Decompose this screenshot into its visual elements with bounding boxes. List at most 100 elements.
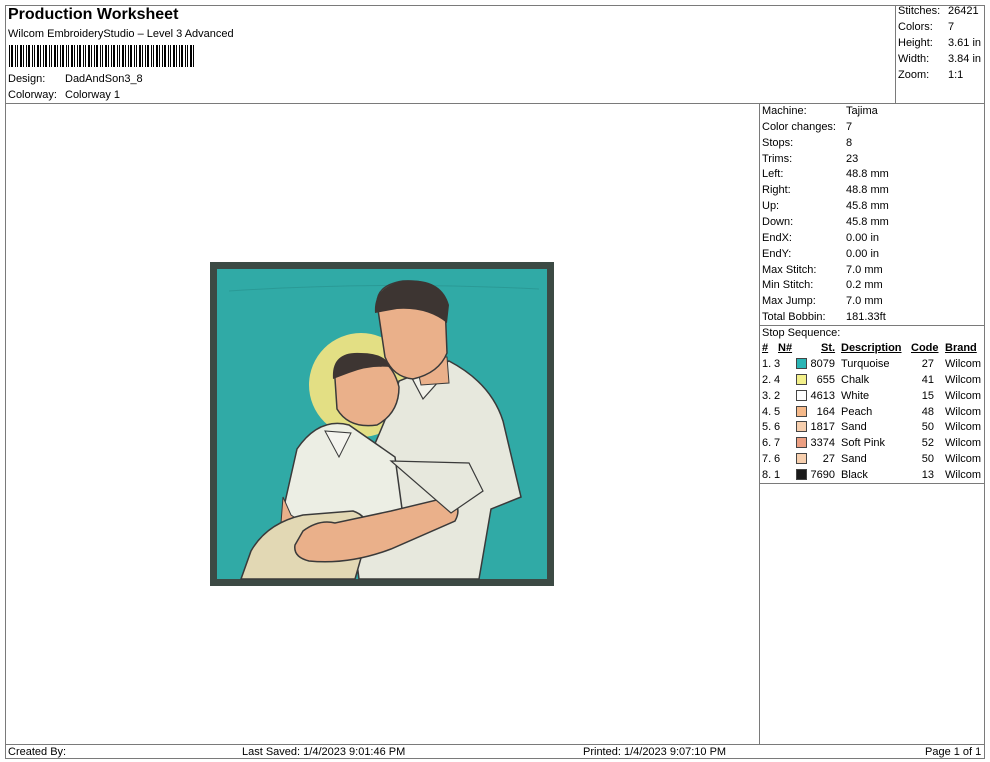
col-needle-header: N# bbox=[778, 342, 793, 354]
machine-info-value: 45.8 mm bbox=[846, 200, 889, 213]
barcode-bar bbox=[156, 45, 158, 67]
stop-num: 5. bbox=[762, 421, 772, 434]
colorway-label: Colorway: bbox=[8, 89, 57, 101]
summary-divider bbox=[895, 5, 896, 103]
stop-row: 5. 6 1817 Sand 50 Wilcom bbox=[762, 421, 986, 437]
stop-needle: 4 bbox=[774, 373, 781, 386]
barcode-bar bbox=[9, 45, 10, 67]
machine-info-label: Machine: bbox=[762, 105, 807, 117]
barcode-bar bbox=[105, 45, 107, 67]
barcode-bar bbox=[122, 45, 124, 67]
machine-info-value: 7 bbox=[846, 120, 853, 133]
barcode-bar bbox=[91, 45, 92, 67]
barcode-bar bbox=[43, 45, 44, 67]
stop-code: 52 bbox=[921, 437, 934, 450]
stop-code: 13 bbox=[921, 468, 934, 481]
barcode-bar bbox=[54, 45, 56, 67]
machine-info-value: 0.00 in bbox=[846, 231, 880, 244]
stop-needle: 6 bbox=[774, 453, 781, 466]
machine-info-value: 45.8 mm bbox=[846, 215, 889, 228]
stop-brand: Wilcom bbox=[945, 405, 982, 418]
machine-info-label: Max Jump: bbox=[762, 295, 816, 308]
stop-num: 3. bbox=[762, 389, 772, 402]
barcode-bar bbox=[125, 45, 126, 67]
stop-stitches: 8079 bbox=[810, 358, 835, 370]
barcode-bar bbox=[62, 45, 64, 67]
machine-info-label: Min Stitch: bbox=[762, 279, 814, 292]
machine-info-value: 7.0 mm bbox=[846, 263, 883, 276]
barcode-bar bbox=[168, 45, 169, 67]
barcode-bar bbox=[66, 45, 67, 67]
barcode-bar bbox=[147, 45, 149, 67]
stop-description: White bbox=[841, 389, 870, 402]
barcode-bar bbox=[181, 45, 183, 67]
machine-info-label: Down: bbox=[762, 215, 794, 228]
barcode-bar bbox=[173, 45, 175, 67]
software-label: Wilcom EmbroideryStudio – Level 3 Advanc… bbox=[8, 28, 234, 40]
stop-code: 41 bbox=[921, 373, 934, 386]
barcode-bar bbox=[88, 45, 90, 67]
barcode-bar bbox=[187, 45, 188, 67]
col-num-header: # bbox=[762, 342, 769, 354]
barcode-bar bbox=[57, 45, 58, 67]
barcode-bar bbox=[111, 45, 112, 67]
col-code-header: Code bbox=[911, 342, 939, 354]
machine-info-label: Left: bbox=[762, 168, 784, 181]
barcode-bar bbox=[11, 45, 13, 67]
barcode-bar bbox=[60, 45, 61, 67]
embroidery-design-preview bbox=[210, 262, 554, 586]
barcode-bar bbox=[100, 45, 101, 67]
machine-info-label: Trims: bbox=[762, 152, 793, 165]
barcode-bar bbox=[130, 45, 132, 67]
stop-brand: Wilcom bbox=[945, 453, 982, 466]
stop-brand: Wilcom bbox=[945, 373, 982, 386]
machine-info-label: EndY: bbox=[762, 247, 792, 260]
width-value: 3.84 in bbox=[948, 53, 982, 65]
barcode-bar bbox=[74, 45, 75, 67]
barcode-bar bbox=[15, 45, 16, 67]
stop-sequence-title: Stop Sequence: bbox=[762, 327, 841, 339]
machine-info-value: 48.8 mm bbox=[846, 184, 889, 197]
barcode-bar bbox=[136, 45, 137, 67]
barcode-image bbox=[9, 45, 194, 67]
col-stitches-header: St. bbox=[821, 342, 836, 354]
stop-brand: Wilcom bbox=[945, 358, 982, 370]
stop-needle: 7 bbox=[774, 437, 781, 450]
zoom-value: 1:1 bbox=[948, 69, 964, 81]
machine-info-label: Up: bbox=[762, 200, 780, 213]
stop-stitches: 164 bbox=[816, 405, 835, 418]
stop-num: 6. bbox=[762, 437, 772, 450]
stop-code: 27 bbox=[921, 358, 934, 370]
barcode-bar bbox=[37, 45, 39, 67]
machine-info-value: Tajima bbox=[846, 105, 878, 117]
machine-info-label: EndX: bbox=[762, 231, 792, 244]
page-number: Page 1 of 1 bbox=[925, 746, 982, 758]
stop-stitches: 7690 bbox=[810, 468, 835, 481]
barcode-bar bbox=[77, 45, 78, 67]
barcode-bar bbox=[139, 45, 141, 67]
stop-num: 4. bbox=[762, 405, 772, 418]
barcode-bar bbox=[71, 45, 73, 67]
header-divider bbox=[5, 103, 985, 104]
machine-info-label: Stops: bbox=[762, 136, 794, 149]
stop-row: 4. 5 164 Peach 48 Wilcom bbox=[762, 405, 986, 422]
barcode-bar bbox=[151, 45, 152, 67]
design-label: Design: bbox=[8, 73, 46, 85]
stop-code: 48 bbox=[921, 405, 934, 418]
stop-needle: 3 bbox=[774, 358, 781, 370]
stop-code: 50 bbox=[921, 421, 934, 434]
barcode-bar bbox=[85, 45, 86, 67]
created-by: Created By: bbox=[8, 746, 67, 758]
barcode-bar bbox=[45, 45, 47, 67]
stop-row: 3. 2 4613 White 15 Wilcom bbox=[762, 389, 986, 406]
barcode-bar bbox=[185, 45, 186, 67]
barcode-bar bbox=[26, 45, 27, 67]
width-label: Width: bbox=[898, 53, 930, 65]
barcode-bar bbox=[96, 45, 98, 67]
barcode-bar bbox=[17, 45, 18, 67]
stitches-value: 26421 bbox=[948, 5, 979, 17]
stop-brand: Wilcom bbox=[945, 421, 982, 434]
printed-date: Printed: 1/4/2023 9:07:10 PM bbox=[583, 746, 727, 758]
colors-value: 7 bbox=[948, 21, 955, 33]
barcode-bar bbox=[102, 45, 103, 67]
